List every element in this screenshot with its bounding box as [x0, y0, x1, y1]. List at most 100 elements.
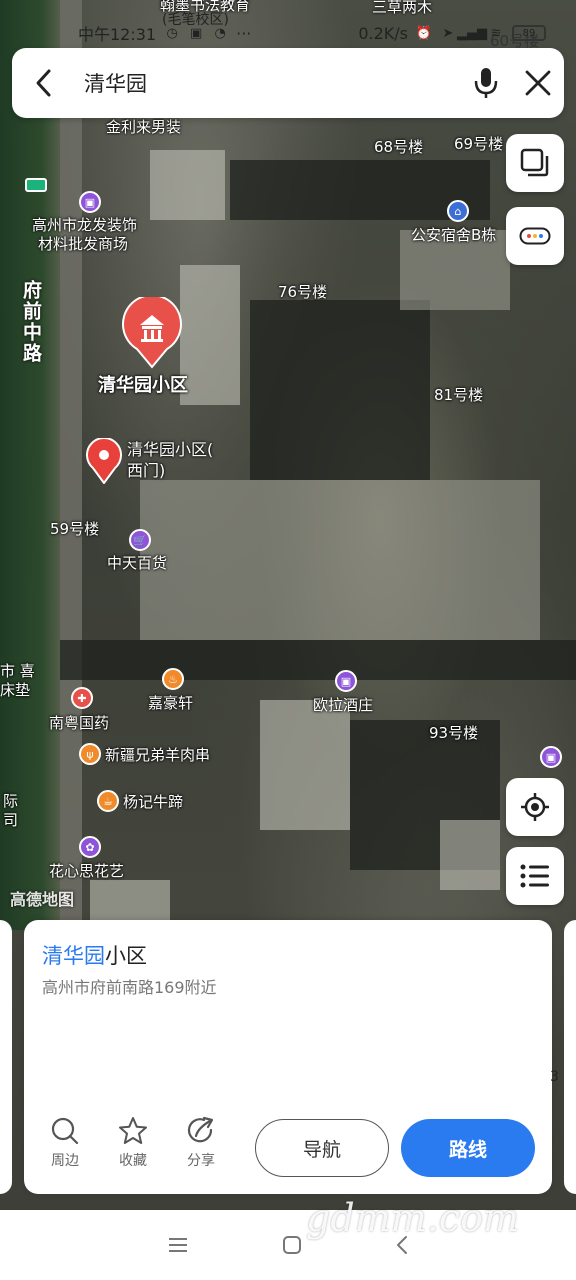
home-icon[interactable] — [282, 1235, 302, 1255]
search-input[interactable]: 清华园 — [76, 68, 460, 98]
list-view-button[interactable] — [506, 847, 564, 905]
map-label: 3 — [550, 1069, 559, 1085]
place-title-highlight: 清华园 — [42, 944, 105, 968]
previous-card-peek[interactable] — [0, 920, 12, 1194]
building-block — [260, 700, 350, 830]
residence-poi-icon[interactable]: ⌂ — [447, 200, 469, 222]
chevron-left-icon — [36, 69, 51, 97]
map-label[interactable]: 材料批发商场 — [38, 235, 128, 253]
nearby-button[interactable]: 周边 — [38, 1116, 92, 1170]
location-pin-icon[interactable] — [86, 438, 122, 484]
map-label[interactable]: 三草两木 — [372, 0, 432, 16]
search-icon — [51, 1117, 79, 1145]
map-label[interactable]: 司 — [3, 811, 18, 829]
watermark: gdmm.com — [306, 1196, 519, 1240]
layers-icon — [520, 148, 549, 177]
restaurant-icon[interactable]: ψ — [79, 743, 101, 765]
selected-location-pin-icon[interactable] — [121, 297, 183, 369]
map-label[interactable]: 高州市龙发装饰 — [32, 216, 137, 234]
alarm-icon: ⏰ — [415, 25, 433, 41]
building-block — [440, 820, 500, 890]
voice-search-button[interactable] — [460, 48, 512, 118]
park-strip — [0, 0, 60, 930]
map-label[interactable]: 杨记牛蹄 — [123, 793, 183, 811]
map-label[interactable]: 59号楼 — [50, 520, 99, 538]
star-icon — [119, 1117, 147, 1144]
clock-icon: ◷ — [166, 25, 178, 41]
battery-icon: 89 — [512, 25, 546, 41]
pharmacy-icon[interactable]: ✚ — [71, 687, 93, 709]
map-label[interactable]: 68号楼 — [374, 138, 423, 156]
locate-icon — [521, 793, 549, 821]
more-notifications-icon: ··· — [236, 23, 252, 43]
shopping-cart-icon[interactable]: 🛒 — [129, 529, 151, 551]
route-button[interactable]: 路线 — [401, 1119, 535, 1177]
status-time: 中午12:31 — [78, 25, 157, 44]
navigate-button[interactable]: 导航 — [255, 1119, 389, 1177]
share-label: 分享 — [187, 1153, 215, 1169]
map-label[interactable]: 中天百货 — [107, 554, 167, 572]
building-block — [90, 880, 170, 920]
menu-icon[interactable] — [167, 1236, 189, 1254]
my-location-button[interactable] — [506, 778, 564, 836]
map-label[interactable]: 93号楼 — [429, 724, 478, 742]
map-label[interactable]: 欧拉酒庄 — [313, 696, 373, 714]
app-notification-icon: ◔ — [214, 25, 226, 41]
map-label[interactable]: 76号楼 — [278, 283, 327, 301]
flower-shop-icon[interactable]: ✿ — [79, 836, 101, 858]
place-title-rest: 小区 — [105, 944, 147, 968]
building-shadow — [250, 300, 430, 480]
map-label[interactable]: 床垫 — [0, 681, 30, 699]
share-icon — [187, 1116, 214, 1143]
bus-stop-icon[interactable] — [25, 178, 47, 192]
restaurant-icon[interactable]: ☕ — [97, 790, 119, 812]
amap-logo: 高德地图 — [10, 890, 75, 909]
close-icon — [525, 70, 551, 96]
microphone-icon — [474, 68, 498, 98]
restaurant-icon[interactable]: ♨ — [162, 668, 184, 690]
place-detail-card[interactable]: 清华园小区 高州市府前南路169附近 周边 收藏 分享 导航 路线 — [24, 920, 552, 1194]
app-notification-icon: ▣ — [189, 25, 203, 41]
map-label[interactable]: 嘉豪轩 — [148, 694, 193, 712]
search-bar[interactable]: 清华园 — [12, 48, 564, 118]
map-label[interactable]: 市 喜 — [0, 662, 35, 680]
map-label[interactable]: 花心思花艺 — [49, 862, 124, 880]
map-label[interactable]: 81号楼 — [434, 386, 483, 404]
dots-capsule-icon — [519, 227, 551, 245]
selected-poi-label[interactable]: 清华园小区 — [98, 375, 188, 397]
location-arrow-icon: ➤ — [442, 25, 454, 41]
building-block — [150, 150, 225, 220]
layers-button[interactable] — [506, 134, 564, 192]
map-label[interactable]: 西门) — [127, 461, 165, 480]
network-speed: 0.2K/s — [358, 23, 408, 43]
favorite-button[interactable]: 收藏 — [106, 1116, 160, 1170]
shop-poi-icon[interactable]: ▣ — [540, 746, 562, 768]
place-title: 清华园小区 — [42, 940, 147, 970]
close-search-button[interactable] — [512, 48, 564, 118]
road-label[interactable]: 府前中路 — [18, 280, 45, 364]
building-block — [140, 480, 540, 640]
status-bar: 中午12:31 ◷ ▣ ◔ ··· 0.2K/s ⏰ ➤ ▂▄▆ ≋ 89 — [78, 20, 546, 46]
shop-poi-icon[interactable]: ▣ — [79, 191, 101, 213]
signal-icon: ▂▄▆ — [457, 25, 487, 41]
favorite-label: 收藏 — [119, 1153, 147, 1169]
card-actions: 周边 收藏 分享 — [38, 1116, 228, 1170]
shop-poi-icon[interactable]: ▣ — [335, 670, 357, 692]
place-address: 高州市府前南路169附近 — [42, 978, 217, 997]
building-shadow — [60, 640, 576, 680]
share-button[interactable]: 分享 — [174, 1116, 228, 1170]
map-label[interactable]: 金利来男装 — [106, 118, 181, 136]
back-button[interactable] — [12, 48, 76, 118]
wifi-icon: ≋ — [490, 25, 502, 41]
map-label[interactable]: 新疆兄弟羊肉串 — [105, 746, 210, 764]
mini-program-button[interactable] — [506, 207, 564, 265]
nearby-label: 周边 — [51, 1153, 79, 1169]
next-card-peek[interactable] — [564, 920, 576, 1194]
map-label[interactable]: 公安宿舍B栋 — [411, 226, 496, 244]
building-block — [180, 265, 240, 405]
map-label[interactable]: 69号楼 — [454, 135, 503, 153]
map-label[interactable]: 南粤国药 — [49, 714, 109, 732]
map-label[interactable]: 际 — [3, 792, 18, 810]
map-label[interactable]: 清华园小区( — [127, 440, 213, 459]
list-icon — [520, 864, 549, 888]
